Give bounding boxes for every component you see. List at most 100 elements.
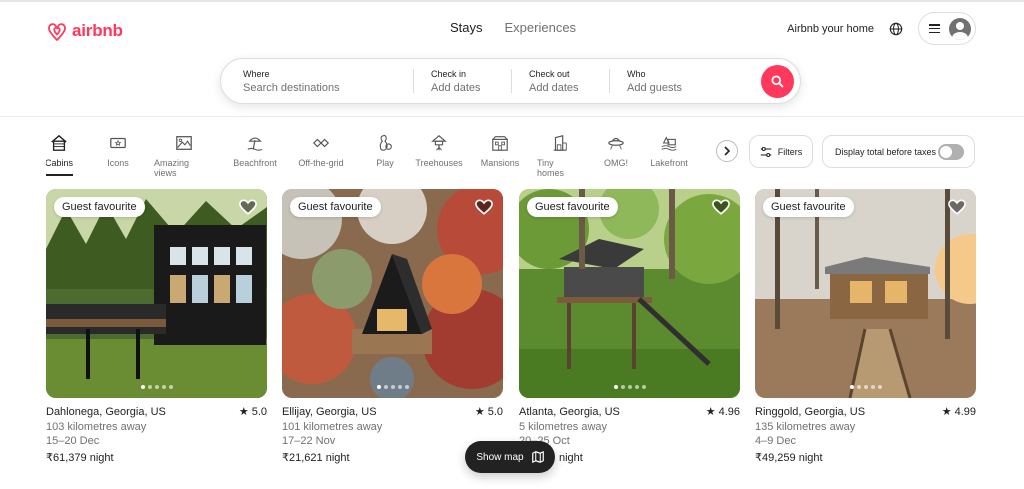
- category-label: Cabins: [46, 158, 74, 168]
- mansion-icon: [492, 136, 508, 151]
- listing-photo[interactable]: Guest favourite: [282, 189, 503, 398]
- bowling-icon: [379, 134, 392, 151]
- category-omg[interactable]: OMG!: [603, 134, 629, 178]
- where-label: Where: [243, 68, 270, 79]
- listing-card[interactable]: Guest favourite Dahlonega, Georgia, US ★…: [46, 189, 267, 465]
- diamond-icon: [312, 138, 330, 148]
- photo-dots: [376, 385, 409, 389]
- listing-distance: 101 kilometres away: [282, 420, 383, 433]
- heart-icon[interactable]: [475, 199, 493, 216]
- category-beachfront[interactable]: Beachfront: [232, 134, 278, 178]
- guest-favourite-badge: Guest favourite: [527, 197, 618, 217]
- tab-experiences[interactable]: Experiences: [505, 20, 577, 35]
- display-total-label: Display total before taxes: [835, 146, 937, 157]
- airbnb-your-home-link[interactable]: Airbnb your home: [787, 23, 874, 35]
- listing-photo-image: [519, 189, 740, 398]
- rating-value: 5.0: [487, 406, 503, 418]
- filters-button[interactable]: Filters: [749, 135, 813, 168]
- sliders-icon: [760, 146, 771, 157]
- star-icon: ★: [941, 406, 952, 418]
- profile-menu-button[interactable]: [918, 12, 976, 45]
- search-icon: [771, 75, 784, 88]
- listing-photo-image: [755, 189, 976, 398]
- category-amazing-views[interactable]: Amazing views: [154, 134, 214, 178]
- guest-favourite-badge: Guest favourite: [54, 197, 145, 217]
- top-nav: Stays Experiences: [450, 20, 576, 35]
- price-unit: night: [559, 451, 583, 464]
- listing-dates: 15–20 Dec: [46, 435, 100, 447]
- category-play[interactable]: Play: [374, 134, 396, 178]
- price-unit: night: [795, 451, 823, 464]
- heart-icon[interactable]: [712, 199, 730, 216]
- filters-label: Filters: [777, 146, 803, 157]
- category-bar: Cabins Icons Amazing views Beachfront Of…: [46, 134, 716, 178]
- guest-favourite-badge: Guest favourite: [290, 197, 381, 217]
- search-where[interactable]: Where Search destinations: [221, 59, 413, 103]
- price-unit: night: [322, 451, 350, 464]
- search-bar: Where Search destinations Check in Add d…: [220, 58, 801, 104]
- category-off-the-grid[interactable]: Off-the-grid: [296, 134, 346, 178]
- category-label: Off-the-grid: [298, 158, 344, 168]
- category-lakefront[interactable]: Lakefront: [649, 134, 689, 178]
- listing-photo-image: [282, 189, 503, 398]
- category-cabins[interactable]: Cabins: [46, 134, 74, 178]
- category-mansions[interactable]: Mansions: [481, 134, 519, 178]
- search-check-in[interactable]: Check in Add dates: [414, 59, 511, 103]
- listing-photo[interactable]: Guest favourite: [519, 189, 740, 398]
- listing-photo[interactable]: Guest favourite: [755, 189, 976, 398]
- listing-rating: ★ 5.0: [475, 405, 503, 420]
- listing-distance: 135 kilometres away: [755, 420, 856, 433]
- heart-icon[interactable]: [948, 199, 966, 216]
- listing-card[interactable]: Guest favourite Ellijay, Georgia, US ★ 5.…: [282, 189, 503, 465]
- listing-card[interactable]: Guest favourite Ringgold, Georgia, US ★ 4…: [755, 189, 976, 465]
- heart-icon[interactable]: [239, 199, 257, 216]
- price-unit: night: [86, 451, 114, 464]
- show-map-label: Show map: [476, 451, 524, 463]
- price-amount: ₹49,259: [755, 451, 796, 464]
- listing-info: Dahlonega, Georgia, US ★ 5.0 103 kilometr…: [46, 405, 267, 465]
- tiny-home-icon: [553, 135, 567, 151]
- show-map-button[interactable]: Show map: [465, 441, 555, 473]
- category-label: Play: [376, 158, 394, 168]
- search-who[interactable]: Who Add guests: [610, 59, 760, 103]
- beach-icon: [247, 137, 263, 151]
- listing-card[interactable]: Guest favourite Atlanta, Georgia, US ★ 4.…: [519, 189, 740, 465]
- photo-dots: [140, 385, 173, 389]
- category-label: Mansions: [480, 158, 520, 168]
- ufo-icon: [608, 137, 624, 150]
- guest-favourite-badge: Guest favourite: [763, 197, 854, 217]
- rating-value: 4.99: [954, 406, 976, 418]
- photo-dots: [613, 385, 646, 389]
- category-icons[interactable]: Icons: [105, 134, 131, 178]
- category-treehouses[interactable]: Treehouses: [415, 134, 463, 178]
- display-total-toggle-container[interactable]: Display total before taxes: [822, 135, 975, 168]
- display-total-toggle[interactable]: [938, 144, 964, 160]
- category-label: Icons: [107, 158, 129, 168]
- search-button[interactable]: [761, 65, 794, 98]
- tab-stays[interactable]: Stays: [450, 20, 483, 35]
- listing-price: ₹61,379 night: [46, 451, 267, 466]
- listing-location: Dahlonega, Georgia, US: [46, 406, 166, 418]
- search-check-out[interactable]: Check out Add dates: [512, 59, 609, 103]
- globe-icon[interactable]: [888, 21, 904, 37]
- category-label: Amazing views: [154, 158, 190, 178]
- airbnb-logo[interactable]: airbnb: [46, 19, 123, 43]
- listing-rating: ★ 5.0: [239, 405, 267, 420]
- cabin-icon: [51, 134, 67, 151]
- category-tiny-homes[interactable]: Tiny homes: [537, 134, 583, 178]
- check-in-value: Add dates: [431, 81, 481, 94]
- listing-photo[interactable]: Guest favourite: [46, 189, 267, 398]
- view-icon: [176, 136, 192, 150]
- ticket-icon: [110, 137, 126, 149]
- listing-photo-image: [46, 189, 267, 398]
- category-label: Lakefront: [650, 158, 688, 168]
- price-amount: ₹61,379: [46, 451, 87, 464]
- category-next-button[interactable]: [716, 140, 738, 162]
- hamburger-icon: [929, 24, 940, 33]
- category-label: Treehouses: [415, 158, 463, 168]
- chevron-right-icon: [724, 146, 731, 156]
- listing-location: Ellijay, Georgia, US: [282, 406, 377, 418]
- lake-icon: [661, 136, 677, 151]
- where-input[interactable]: Search destinations: [243, 82, 413, 94]
- active-underline: [46, 174, 73, 176]
